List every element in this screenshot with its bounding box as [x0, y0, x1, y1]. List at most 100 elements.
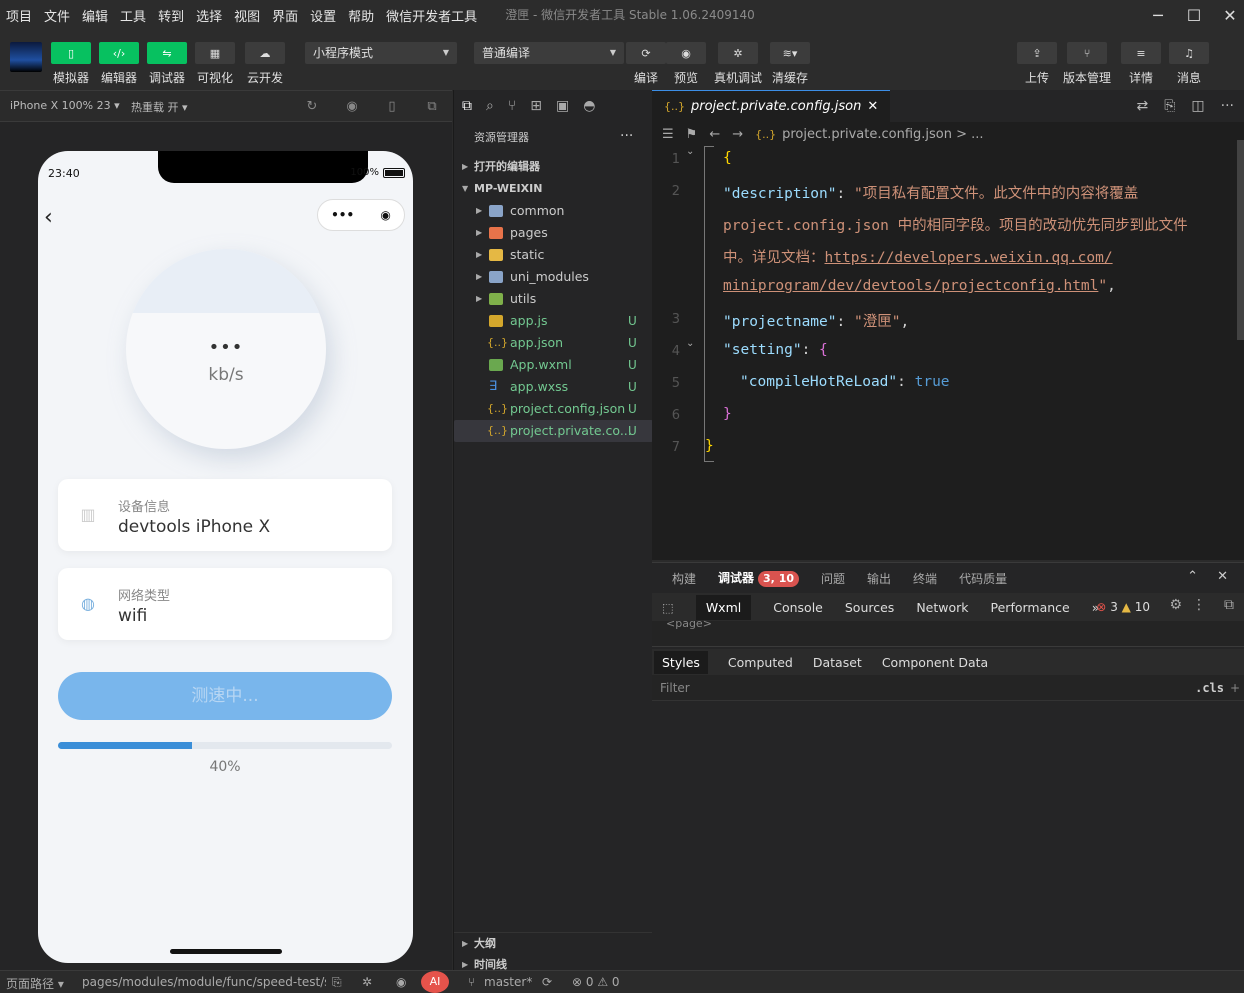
code-line[interactable]: }	[705, 438, 714, 454]
compile-button[interactable]: ⟳ 编译	[626, 42, 666, 86]
record-icon[interactable]: ◉	[344, 99, 360, 115]
list-icon[interactable]: ☰	[662, 127, 674, 142]
folder-uni-modules[interactable]: ▶ uni_modules	[454, 266, 653, 288]
menu-edit[interactable]: 编辑	[76, 6, 114, 25]
code-line[interactable]: 中。详见文档：https://developers.weixin.qq.com/	[723, 246, 1113, 267]
copy-icon[interactable]: ⎘	[332, 975, 342, 990]
file-app-wxml[interactable]: App.wxml U	[454, 354, 653, 376]
details-button[interactable]: ≡ 详情	[1121, 42, 1161, 86]
filter-input[interactable]: Filter	[660, 681, 690, 695]
menu-wechat-devtools[interactable]: 微信开发者工具	[380, 6, 483, 25]
tab-terminal[interactable]: 终端	[913, 570, 937, 587]
tab-project-private-config[interactable]: {..} project.private.config.json ✕	[652, 90, 891, 122]
files-icon[interactable]: ⧉	[462, 98, 472, 114]
docker-icon[interactable]: ◓	[583, 98, 595, 114]
fold-chevron-icon[interactable]: ⌄	[686, 146, 694, 157]
project-section[interactable]: ▼ MP-WEIXIN	[454, 178, 653, 200]
menu-tools[interactable]: 工具	[114, 6, 152, 25]
tab-debugger[interactable]: 调试器 3, 10	[718, 569, 800, 587]
tab-computed[interactable]: Computed	[728, 655, 793, 670]
menu-view[interactable]: 视图	[228, 6, 266, 25]
menu-help[interactable]: 帮助	[342, 6, 380, 25]
fold-chevron-icon[interactable]: ⌄	[686, 338, 694, 349]
chevron-up-icon[interactable]: ⌃	[1187, 569, 1198, 584]
code-line[interactable]: "description": "项目私有配置文件。此文件中的内容将覆盖	[723, 182, 1138, 203]
bookmark-icon[interactable]: ⚑	[686, 127, 698, 142]
close-tab-icon[interactable]: ✕	[867, 99, 878, 114]
file-project-private-config[interactable]: {..} project.private.co... U	[454, 420, 653, 442]
code-line[interactable]: "setting": {	[723, 342, 828, 358]
error-warning-count[interactable]: ⊗ 3 ▲ 10	[1096, 600, 1150, 614]
tab-performance[interactable]: Performance	[991, 600, 1070, 615]
menu-settings[interactable]: 设置	[304, 6, 342, 25]
debugger-button[interactable]: ⇋ 调试器	[147, 42, 187, 86]
tab-console[interactable]: Console	[773, 600, 823, 615]
menu-select[interactable]: 选择	[190, 6, 228, 25]
folder-pages[interactable]: ▶ pages	[454, 222, 653, 244]
tab-code-quality[interactable]: 代码质量	[959, 570, 1007, 587]
messages-button[interactable]: ♫ 消息	[1169, 42, 1209, 86]
back-arrow-icon[interactable]: ←	[709, 127, 720, 142]
storage-icon[interactable]: ▣	[556, 98, 569, 114]
clear-cache-button[interactable]: ≋▾ 清缓存	[770, 42, 810, 86]
simulator-button[interactable]: ▯ 模拟器	[51, 42, 91, 86]
editor-scrollbar[interactable]	[1237, 140, 1244, 340]
file-app-json[interactable]: {..} app.json U	[454, 332, 653, 354]
tab-dataset[interactable]: Dataset	[813, 655, 862, 670]
outline-section[interactable]: ▶ 大纲	[454, 932, 653, 954]
file-app-js[interactable]: app.js U	[454, 310, 653, 332]
menu-file[interactable]: 文件	[38, 6, 76, 25]
extensions-icon[interactable]: ⊞	[530, 98, 542, 114]
page-path-label[interactable]: 页面路径 ▾	[6, 975, 64, 992]
bug-icon[interactable]: ✲	[362, 975, 372, 989]
add-icon[interactable]: +	[1230, 675, 1240, 701]
tab-output[interactable]: 输出	[867, 570, 891, 587]
window-icon[interactable]: ⧉	[424, 99, 440, 115]
file-app-wxss[interactable]: ∃ app.wxss U	[454, 376, 653, 398]
hot-reload-toggle[interactable]: 热重载 开 ▾	[131, 99, 188, 115]
sync-icon[interactable]: ⟳	[542, 975, 552, 989]
folder-common[interactable]: ▶ common	[454, 200, 653, 222]
gear-icon[interactable]: ⚙	[1169, 597, 1182, 613]
open-editors-section[interactable]: ▶ 打开的编辑器	[454, 156, 653, 178]
refresh-icon[interactable]: ↻	[304, 99, 320, 115]
kebab-icon[interactable]: ⋮	[1192, 597, 1206, 613]
more-dots-icon[interactable]: •••	[331, 208, 354, 222]
breadcrumb-path[interactable]: project.private.config.json > ...	[782, 127, 983, 142]
code-line[interactable]: project.config.json 中的相同字段。项目的改动优先同步到此文件	[723, 214, 1188, 235]
capsule-menu[interactable]: ••• ◉	[317, 199, 405, 231]
mode-select[interactable]: 小程序模式 ▼	[305, 42, 457, 64]
page-path[interactable]: pages/modules/module/func/speed-test/sp.…	[82, 975, 326, 989]
close-window-button[interactable]: ✕	[1212, 0, 1244, 30]
eye-icon[interactable]: ◉	[396, 975, 406, 989]
close-target-icon[interactable]: ◉	[380, 208, 390, 222]
more-icon[interactable]: ···	[620, 128, 633, 144]
back-arrow-icon[interactable]: ‹	[44, 205, 53, 230]
editor-button[interactable]: ‹/› 编辑器	[99, 42, 139, 86]
split-editor-icon[interactable]: ◫	[1191, 98, 1204, 114]
cls-button[interactable]: .cls	[1195, 675, 1224, 701]
compile-select[interactable]: 普通编译 ▼	[474, 42, 624, 64]
remote-debug-button[interactable]: ✲ 真机调试	[714, 42, 762, 86]
open-preview-icon[interactable]: ⎘	[1164, 98, 1175, 114]
menu-goto[interactable]: 转到	[152, 6, 190, 25]
git-branch[interactable]: master*	[484, 975, 532, 989]
close-panel-icon[interactable]: ✕	[1217, 569, 1228, 584]
minimize-button[interactable]: ─	[1140, 0, 1176, 30]
tab-sources[interactable]: Sources	[845, 600, 894, 615]
version-button[interactable]: ⑂ 版本管理	[1063, 42, 1111, 86]
maximize-button[interactable]: ☐	[1176, 0, 1212, 30]
menu-project[interactable]: 项目	[0, 6, 38, 25]
ai-icon[interactable]: AI	[421, 971, 449, 993]
code-line[interactable]: "compileHotReLoad": true	[740, 374, 950, 390]
upload-button[interactable]: ⇪ 上传	[1017, 42, 1057, 86]
styles-filter[interactable]: Filter .cls +	[652, 675, 1244, 701]
tab-wxml[interactable]: Wxml	[695, 594, 752, 620]
file-project-config[interactable]: {..} project.config.json U	[454, 398, 653, 420]
forward-arrow-icon[interactable]: →	[732, 127, 743, 142]
undock-icon[interactable]: ⧉	[1224, 597, 1234, 613]
more-icon[interactable]: ···	[1221, 98, 1234, 114]
tab-styles[interactable]: Styles	[654, 650, 708, 674]
folder-utils[interactable]: ▶ utils	[454, 288, 653, 310]
cloud-button[interactable]: ☁ 云开发	[245, 42, 285, 86]
